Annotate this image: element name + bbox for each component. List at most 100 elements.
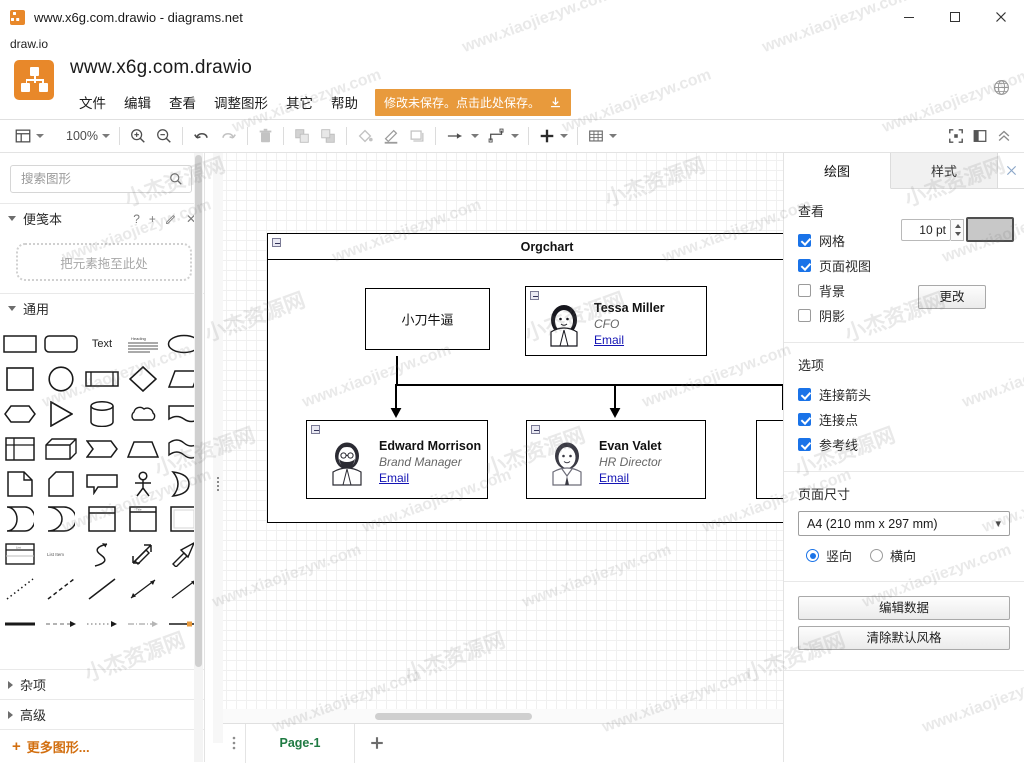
sidebar-section-misc[interactable]: 杂项 bbox=[0, 669, 204, 699]
shape-curved-arrow[interactable] bbox=[83, 539, 121, 569]
stepper-down-icon[interactable] bbox=[954, 232, 961, 236]
delete-button[interactable] bbox=[253, 120, 278, 153]
guides-checkbox[interactable] bbox=[798, 438, 811, 451]
shape-step[interactable] bbox=[83, 434, 121, 464]
zoom-button[interactable]: 100% bbox=[62, 120, 114, 153]
menu-edit[interactable]: 编辑 bbox=[115, 88, 160, 116]
line-color-button[interactable] bbox=[378, 120, 404, 153]
undo-button[interactable] bbox=[188, 120, 215, 153]
shape-cloud[interactable] bbox=[124, 399, 162, 429]
node-person-offscreen[interactable] bbox=[756, 420, 783, 499]
stepper-up-icon[interactable] bbox=[954, 224, 961, 228]
shape-callout[interactable] bbox=[83, 469, 121, 499]
page-view-checkbox[interactable] bbox=[798, 259, 811, 272]
unsaved-changes-save-button[interactable]: 修改未保存。点击此处保存。 bbox=[375, 88, 572, 116]
shadow-button[interactable] bbox=[404, 120, 430, 153]
shape-data-storage[interactable] bbox=[1, 504, 39, 534]
orientation-landscape[interactable]: 横向 bbox=[870, 546, 916, 565]
shape-note[interactable] bbox=[1, 469, 39, 499]
connection-arrows-checkbox[interactable] bbox=[798, 388, 811, 401]
grid-size-input[interactable]: 10 pt bbox=[901, 219, 951, 241]
landscape-radio[interactable] bbox=[870, 549, 884, 562]
globe-icon[interactable] bbox=[993, 79, 1010, 96]
search-input[interactable] bbox=[19, 171, 169, 187]
collapse-icon[interactable] bbox=[531, 425, 540, 434]
toggle-format-panel-button[interactable] bbox=[968, 120, 992, 153]
search-shapes-box[interactable] bbox=[10, 165, 192, 193]
collapse-icon[interactable] bbox=[272, 238, 281, 247]
fullscreen-button[interactable] bbox=[944, 120, 968, 153]
person-email-link[interactable]: Email bbox=[379, 471, 409, 485]
fill-color-button[interactable] bbox=[352, 120, 378, 153]
canvas-hscroll-thumb[interactable] bbox=[375, 713, 532, 720]
shape-dotted-arrow-connector[interactable] bbox=[83, 609, 121, 639]
scratchpad-dropzone[interactable]: 把元素拖至此处 bbox=[16, 243, 192, 281]
shape-dashed-line[interactable] bbox=[42, 574, 80, 604]
person-email-link[interactable]: Email bbox=[599, 471, 629, 485]
view-layout-button[interactable] bbox=[10, 120, 48, 153]
portrait-radio[interactable] bbox=[806, 549, 819, 562]
send-to-back-button[interactable] bbox=[315, 120, 341, 153]
more-shapes-button[interactable]: + 更多图形... bbox=[0, 729, 204, 762]
table-button[interactable] bbox=[583, 120, 621, 153]
zoom-out-button[interactable] bbox=[151, 120, 177, 153]
shape-cube[interactable] bbox=[42, 434, 80, 464]
help-icon[interactable]: ? bbox=[133, 212, 140, 226]
insert-button[interactable] bbox=[534, 120, 572, 153]
shape-bidirectional-arrow[interactable] bbox=[124, 539, 162, 569]
background-checkbox[interactable] bbox=[798, 284, 811, 297]
shape-vertical-container[interactable] bbox=[83, 504, 121, 534]
grid-color-swatch[interactable] bbox=[966, 217, 1014, 242]
checkbox-row-connection-arrows[interactable]: 连接箭头 bbox=[798, 382, 1010, 407]
orientation-portrait[interactable]: 竖向 bbox=[806, 546, 852, 565]
grid-checkbox[interactable] bbox=[798, 234, 811, 247]
grid-size-stepper[interactable] bbox=[951, 219, 964, 241]
waypoint-button[interactable] bbox=[483, 120, 523, 153]
sidebar-splitter[interactable] bbox=[213, 153, 223, 743]
tab-style[interactable]: 样式 bbox=[891, 153, 998, 188]
collapse-icon[interactable] bbox=[311, 425, 320, 434]
shape-triangle[interactable] bbox=[42, 399, 80, 429]
shape-dotted-line[interactable] bbox=[1, 574, 39, 604]
shadow-checkbox[interactable] bbox=[798, 309, 811, 322]
diagram-canvas[interactable]: Orgchart 小刀牛逼 Tessa Miller CFO Email Edw… bbox=[223, 153, 783, 709]
menu-extras[interactable]: 其它 bbox=[277, 88, 322, 116]
shape-internal-storage[interactable] bbox=[1, 434, 39, 464]
canvas-horizontal-scrollbar[interactable] bbox=[223, 709, 783, 723]
shape-process[interactable] bbox=[83, 364, 121, 394]
checkbox-row-guides[interactable]: 参考线 bbox=[798, 432, 1010, 457]
shape-list[interactable]: List bbox=[1, 539, 39, 569]
shape-square[interactable] bbox=[1, 364, 39, 394]
shape-delay[interactable] bbox=[42, 504, 80, 534]
shape-rounded-rectangle[interactable] bbox=[42, 329, 80, 359]
tab-diagram[interactable]: 绘图 bbox=[784, 153, 891, 189]
sidebar-scrollbar-thumb[interactable] bbox=[195, 155, 202, 667]
close-button[interactable] bbox=[978, 0, 1024, 34]
shape-bidirectional-connector[interactable] bbox=[124, 574, 162, 604]
checkbox-row-page-view[interactable]: 页面视图 bbox=[798, 253, 1010, 278]
add-icon[interactable]: + bbox=[149, 212, 156, 226]
sidebar-scrollbar[interactable] bbox=[194, 153, 203, 762]
collapse-icon[interactable] bbox=[530, 291, 539, 300]
connection-points-checkbox[interactable] bbox=[798, 413, 811, 426]
menu-file[interactable]: 文件 bbox=[70, 88, 115, 116]
close-icon[interactable] bbox=[998, 153, 1024, 188]
maximize-button[interactable] bbox=[932, 0, 978, 34]
bring-to-front-button[interactable] bbox=[289, 120, 315, 153]
node-plain-label[interactable]: 小刀牛逼 bbox=[365, 288, 490, 350]
node-person-edward-morrison[interactable]: Edward Morrison Brand Manager Email bbox=[306, 420, 488, 499]
shape-rectangle[interactable] bbox=[1, 329, 39, 359]
menu-help[interactable]: 帮助 bbox=[322, 88, 367, 116]
checkbox-row-connection-points[interactable]: 连接点 bbox=[798, 407, 1010, 432]
add-page-button[interactable] bbox=[355, 724, 399, 763]
person-email-link[interactable]: Email bbox=[594, 333, 624, 347]
minimize-button[interactable] bbox=[886, 0, 932, 34]
shape-line[interactable] bbox=[83, 574, 121, 604]
clear-default-style-button[interactable]: 清除默认风格 bbox=[798, 626, 1010, 650]
redo-button[interactable] bbox=[215, 120, 242, 153]
edit-data-button[interactable]: 编辑数据 bbox=[798, 596, 1010, 620]
shape-text[interactable]: Text bbox=[83, 329, 121, 359]
node-person-tessa-miller[interactable]: Tessa Miller CFO Email bbox=[525, 286, 707, 356]
shape-cylinder[interactable] bbox=[83, 399, 121, 429]
search-icon[interactable] bbox=[169, 172, 183, 186]
